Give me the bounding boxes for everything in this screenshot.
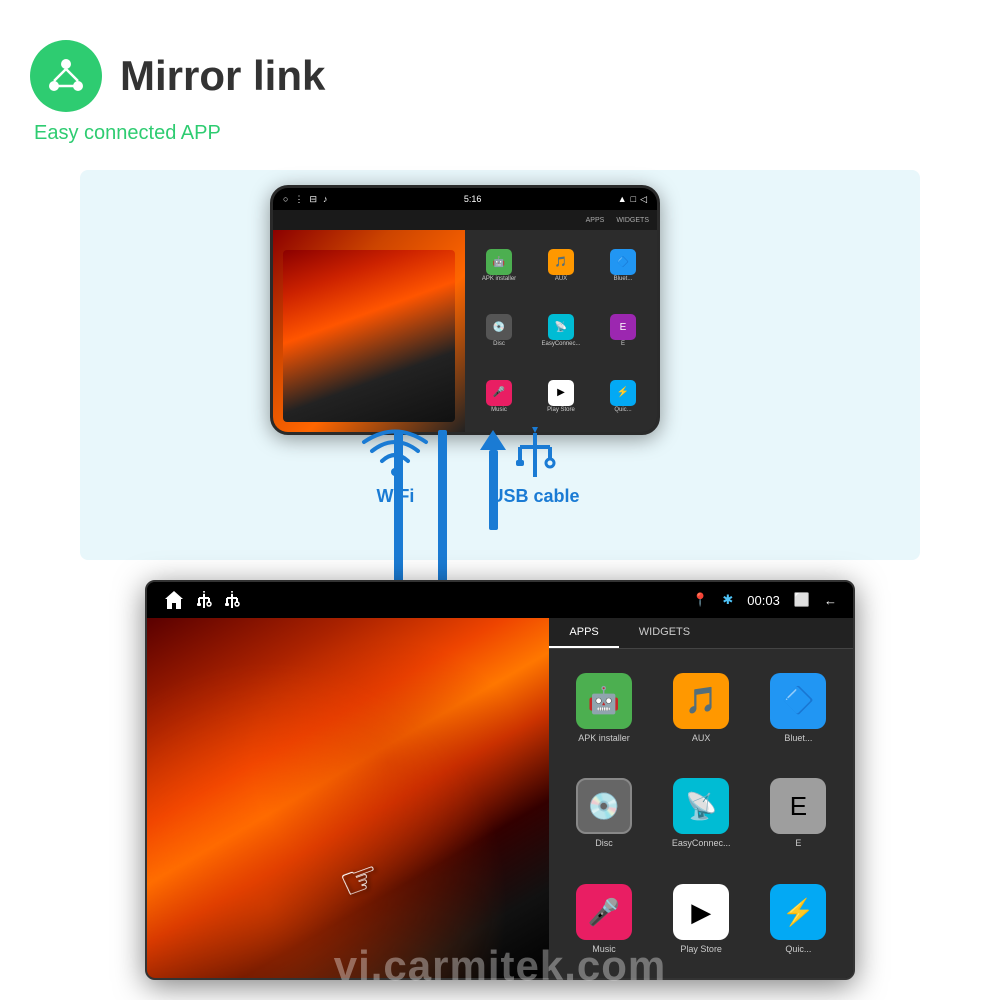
wifi-label: WiFi	[377, 486, 415, 507]
quic-icon: ⚡	[610, 380, 636, 406]
car-aux-label: AUX	[692, 733, 711, 743]
e-label: E	[621, 341, 625, 347]
header-section: Mirror link Easy connected APP	[30, 40, 325, 145]
car-status-bar: 📍 ✱ 00:03 ⬜ ←	[147, 582, 853, 618]
usb-label: USB cable	[490, 486, 579, 507]
home-icon	[163, 589, 185, 611]
playstore-icon: ▶	[548, 380, 574, 406]
list-item: 📡 EasyConnec...	[655, 763, 748, 865]
mirror-link-title: Mirror link	[120, 52, 325, 100]
mirror-link-icon-bg	[30, 40, 102, 112]
easyconn-label: EasyConnec...	[541, 341, 580, 347]
bluet-label: Bluet...	[614, 276, 633, 282]
car-video-area: ☞	[147, 618, 549, 978]
aux-label: AUX	[555, 276, 567, 282]
phone-apps-grid: 🤖 APK installer 🎵 AUX 🔷 Bluet... 💿 Disc …	[465, 230, 657, 432]
music-icon: 🎤	[486, 380, 512, 406]
mirror-link-icon	[44, 54, 88, 98]
car-aux-icon[interactable]: 🎵	[673, 673, 729, 729]
list-item: 💿 Disc	[469, 299, 529, 362]
list-item: 💿 Disc	[557, 763, 650, 865]
car-e-icon[interactable]: E	[770, 778, 826, 834]
car-apps-area: APPS WIDGETS 🤖 APK installer 🎵 AUX 🔷 Blu…	[549, 618, 853, 978]
playstore-label: Play Store	[547, 407, 575, 413]
car-disc-label: Disc	[595, 838, 613, 848]
car-disc-icon[interactable]: 💿	[576, 778, 632, 834]
wifi-section: WiFi	[360, 425, 430, 507]
car-easyconn-label: EasyConnec...	[672, 838, 731, 848]
phone-content: 🤖 APK installer 🎵 AUX 🔷 Bluet... 💿 Disc …	[273, 230, 657, 432]
car-music-icon[interactable]: 🎤	[576, 884, 632, 940]
disc-label: Disc	[493, 341, 505, 347]
car-e-label: E	[795, 838, 801, 848]
list-item: 🔷 Bluet...	[593, 234, 653, 297]
easyconn-icon: 📡	[548, 314, 574, 340]
car-video-spiderman	[147, 618, 549, 978]
list-item: 🔷 Bluet...	[752, 657, 845, 759]
usb-section: USB cable	[490, 425, 579, 507]
tab-widgets[interactable]: WIDGETS	[619, 618, 710, 648]
car-tabs: APPS WIDGETS	[549, 618, 853, 649]
list-item: ▶ Play Store	[531, 365, 591, 428]
phone-status-bar: ○⋮⊟♪ 5:16 ▲□◁	[273, 188, 657, 210]
usb-status-icon-1	[195, 591, 213, 609]
car-content: ☞ APPS WIDGETS 🤖 APK installer 🎵 AUX 🔷 B…	[147, 618, 853, 978]
tab-apps[interactable]: APPS	[549, 618, 618, 648]
car-easyconn-icon[interactable]: 📡	[673, 778, 729, 834]
mirror-link-row: Mirror link	[30, 40, 325, 112]
list-item: E E	[593, 299, 653, 362]
watermark: vi.carmitek.com	[0, 942, 1000, 990]
list-item: 📡 EasyConnec...	[531, 299, 591, 362]
car-quic-icon[interactable]: ⚡	[770, 884, 826, 940]
list-item: 🤖 APK installer	[469, 234, 529, 297]
car-apk-icon[interactable]: 🤖	[576, 673, 632, 729]
easy-connected-subtitle: Easy connected APP	[34, 122, 325, 145]
wifi-icon	[360, 425, 430, 480]
list-item: E E	[752, 763, 845, 865]
car-status-left	[163, 589, 241, 611]
phone-video-area	[273, 230, 465, 432]
car-bluet-label: Bluet...	[784, 733, 812, 743]
usb-icon	[505, 425, 565, 480]
disc-icon: 💿	[486, 314, 512, 340]
list-item: 🎵 AUX	[531, 234, 591, 297]
phone-video-spiderman	[283, 250, 456, 422]
music-label: Music	[491, 407, 507, 413]
phone-device: ○⋮⊟♪ 5:16 ▲□◁ APPS WIDGETS 🤖 APK install…	[270, 185, 660, 435]
car-display: 📍 ✱ 00:03 ⬜ ← ☞ APPS WIDGETS 🤖 APK in	[145, 580, 855, 980]
phone-time: 5:16	[464, 194, 482, 204]
quic-label: Quic...	[614, 407, 631, 413]
car-status-right: 📍 ✱ 00:03 ⬜ ←	[692, 592, 837, 608]
phone-tabs-bar: APPS WIDGETS	[273, 210, 657, 230]
car-apps-grid: 🤖 APK installer 🎵 AUX 🔷 Bluet... 💿 Disc …	[549, 649, 853, 978]
list-item: 🎵 AUX	[655, 657, 748, 759]
car-apk-label: APK installer	[578, 733, 630, 743]
connection-icons: WiFi USB cable	[280, 425, 660, 507]
car-playstore-icon[interactable]: ▶	[673, 884, 729, 940]
car-time: 00:03	[747, 593, 780, 608]
list-item: ⚡ Quic...	[593, 365, 653, 428]
apk-installer-icon: 🤖	[486, 249, 512, 275]
car-bluet-icon[interactable]: 🔷	[770, 673, 826, 729]
list-item: 🤖 APK installer	[557, 657, 650, 759]
bluet-icon: 🔷	[610, 249, 636, 275]
e-app-icon: E	[610, 314, 636, 340]
aux-icon: 🎵	[548, 249, 574, 275]
usb-status-icon-2	[223, 591, 241, 609]
apk-label: APK installer	[482, 276, 516, 282]
list-item: 🎤 Music	[469, 365, 529, 428]
